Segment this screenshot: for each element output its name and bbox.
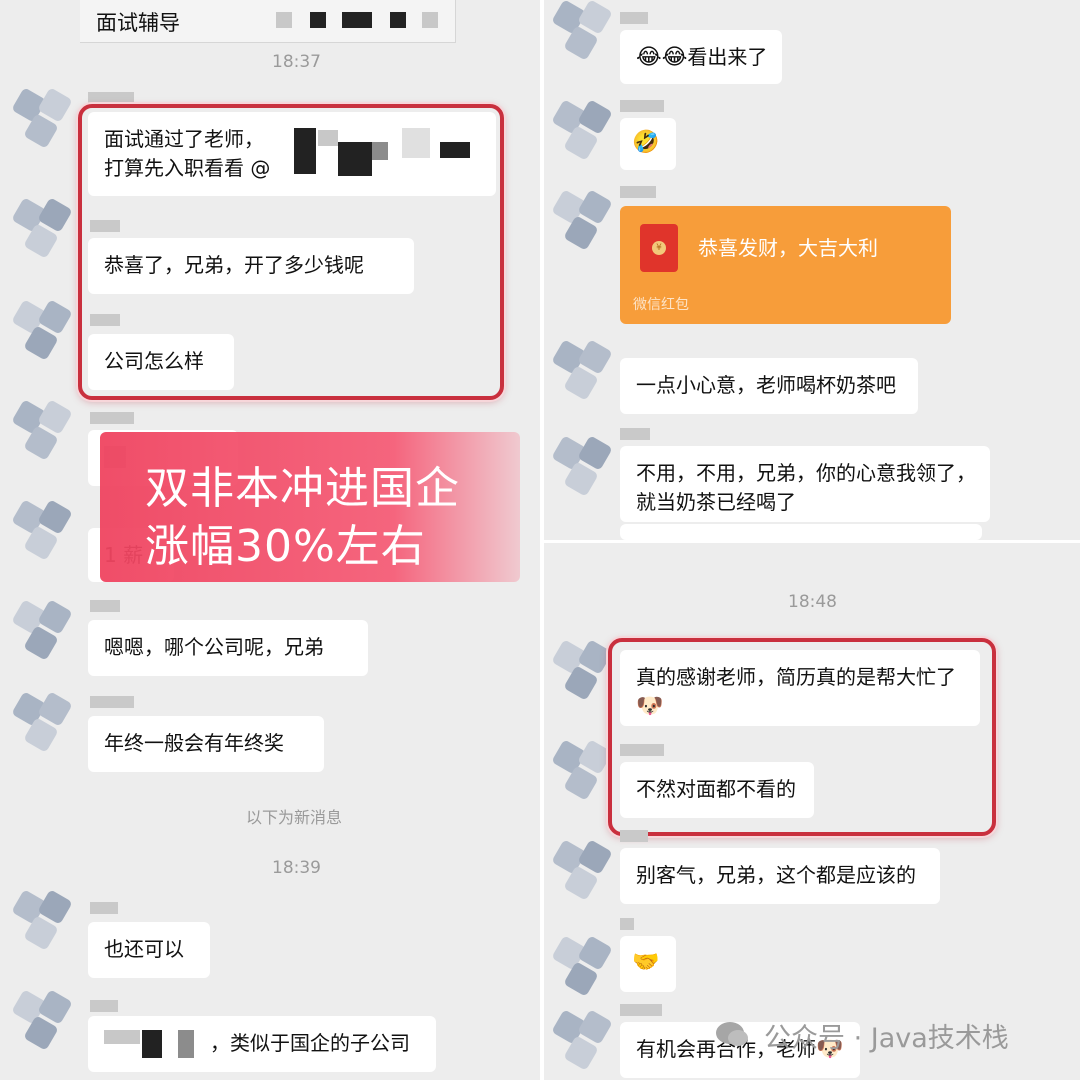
message-text: 一点小心意，老师喝杯奶茶吧 bbox=[636, 373, 896, 397]
sender-name bbox=[90, 696, 134, 708]
avatar[interactable] bbox=[11, 691, 76, 753]
avatar[interactable] bbox=[11, 889, 76, 951]
redaction bbox=[276, 12, 292, 28]
avatar[interactable] bbox=[551, 739, 616, 801]
avatar[interactable] bbox=[551, 435, 616, 497]
avatar[interactable] bbox=[11, 399, 76, 461]
avatar[interactable] bbox=[11, 499, 76, 561]
banner-line-1: 双非本冲进国企 bbox=[145, 463, 460, 514]
avatar[interactable] bbox=[11, 599, 76, 661]
banner-line-2: 涨幅30%左右 bbox=[145, 521, 426, 572]
avatar[interactable] bbox=[551, 189, 616, 251]
message-text: 也还可以 bbox=[104, 937, 184, 961]
avatar[interactable] bbox=[551, 839, 616, 901]
avatar[interactable] bbox=[11, 989, 76, 1051]
redaction bbox=[310, 12, 326, 28]
message-text: ，类似于国企的子公司 bbox=[210, 1031, 410, 1055]
sender-name bbox=[90, 600, 120, 612]
message-bubble[interactable]: 别客气，兄弟，这个都是应该的 bbox=[620, 848, 940, 904]
sender-name bbox=[90, 1000, 118, 1012]
message-bubble[interactable]: 🤣 bbox=[620, 118, 676, 170]
avatar[interactable] bbox=[11, 87, 76, 149]
red-packet[interactable]: ¥ 恭喜发财，大吉大利 微信红包 bbox=[620, 206, 951, 324]
message-bubble[interactable]: 😂😂看出来了 bbox=[620, 30, 782, 84]
redaction bbox=[104, 1030, 140, 1044]
red-packet-label: 微信红包 bbox=[633, 297, 689, 313]
message-bubble[interactable]: 也还可以 bbox=[88, 922, 210, 978]
message-bubble[interactable]: 年终一般会有年终奖 bbox=[88, 716, 324, 772]
sender-name bbox=[88, 92, 134, 104]
timestamp: 18:39 bbox=[272, 858, 321, 878]
handshake-emoji-icon: 🤝 bbox=[632, 950, 660, 975]
redaction bbox=[390, 12, 406, 28]
timestamp: 18:48 bbox=[788, 592, 837, 612]
chat-title: 面试辅导 bbox=[96, 11, 180, 35]
new-messages-divider: 以下为新消息 bbox=[246, 808, 343, 827]
red-packet-title: 恭喜发财，大吉大利 bbox=[698, 236, 878, 260]
message-text: 年终一般会有年终奖 bbox=[104, 731, 284, 755]
message-bubble[interactable]: 嗯嗯，哪个公司呢，兄弟 bbox=[88, 620, 368, 676]
message-bubble[interactable]: 🤝 bbox=[620, 936, 676, 992]
sender-name bbox=[620, 100, 664, 112]
message-bubble bbox=[620, 524, 982, 540]
wechat-logo-icon bbox=[716, 1022, 748, 1046]
sender-name bbox=[620, 1004, 662, 1016]
highlight-frame bbox=[78, 104, 504, 400]
message-bubble[interactable]: 不用，不用，兄弟，你的心意我领了， 就当奶茶已经喝了 bbox=[620, 446, 990, 522]
redaction bbox=[178, 1030, 194, 1058]
sender-name bbox=[620, 12, 648, 24]
message-text: 不用，不用，兄弟，你的心意我领了， bbox=[636, 461, 976, 485]
message-text: 就当奶茶已经喝了 bbox=[636, 490, 796, 514]
avatar[interactable] bbox=[551, 339, 616, 401]
sender-name bbox=[620, 830, 648, 842]
avatar[interactable] bbox=[551, 935, 616, 997]
redaction bbox=[142, 1030, 162, 1058]
sender-name bbox=[620, 918, 634, 930]
message-text: 看出来了 bbox=[687, 45, 768, 69]
avatar[interactable] bbox=[551, 0, 616, 61]
redaction bbox=[422, 12, 438, 28]
message-bubble[interactable]: 一点小心意，老师喝杯奶茶吧 bbox=[620, 358, 918, 414]
promo-banner: 双非本冲进国企 涨幅30%左右 bbox=[100, 432, 520, 582]
watermark: 公众号 · Java技术栈 bbox=[764, 1023, 1009, 1054]
message-text: 嗯嗯，哪个公司呢，兄弟 bbox=[104, 635, 324, 659]
rolling-laugh-emoji-icon: 🤣 bbox=[632, 130, 660, 155]
avatar[interactable] bbox=[551, 1009, 616, 1071]
avatar[interactable] bbox=[551, 99, 616, 161]
avatar[interactable] bbox=[11, 299, 76, 361]
highlight-frame bbox=[608, 638, 996, 836]
avatar[interactable] bbox=[551, 639, 616, 701]
message-bubble[interactable]: ，类似于国企的子公司 bbox=[88, 1016, 436, 1072]
sender-name bbox=[90, 902, 118, 914]
panel-divider bbox=[544, 540, 1080, 543]
avatar[interactable] bbox=[11, 197, 76, 259]
laughing-emoji-icon: 😂😂 bbox=[636, 45, 688, 70]
red-packet-icon: ¥ bbox=[640, 224, 678, 272]
redaction bbox=[342, 12, 372, 28]
timestamp: 18:37 bbox=[272, 52, 321, 72]
sender-name bbox=[90, 412, 134, 424]
chat-panel-left: 面试辅导 18:37 面试通过了老师， 打算先入职看看 @ 恭喜了，兄弟，开了多… bbox=[0, 0, 540, 1080]
message-text: 别客气，兄弟，这个都是应该的 bbox=[636, 863, 916, 887]
sender-name bbox=[620, 428, 650, 440]
sender-name bbox=[620, 186, 656, 198]
